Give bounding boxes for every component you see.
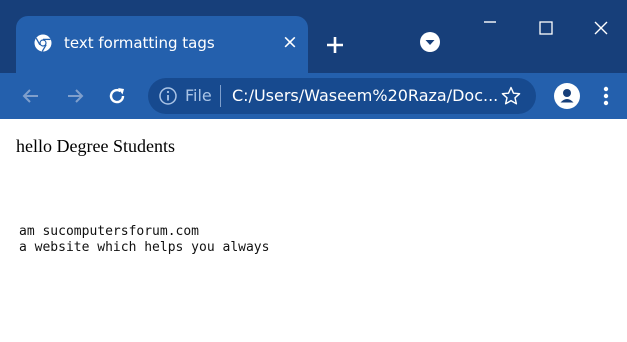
pre-line: a website which helps you always [19, 240, 270, 255]
maximize-icon[interactable] [533, 16, 559, 42]
info-icon[interactable] [157, 85, 179, 107]
close-icon[interactable] [588, 16, 614, 42]
tab-close-icon[interactable]: × [282, 33, 298, 52]
browser-toolbar: File C:/Users/Waseem%20Raza/Doc... [0, 73, 627, 119]
tab-search-dropdown-icon[interactable] [419, 31, 441, 53]
new-tab-plus-icon[interactable] [323, 33, 347, 57]
page-heading: hello Degree Students [16, 136, 175, 156]
tab-title: text formatting tags [64, 34, 215, 52]
pre-line: am sucomputersforum.com [19, 224, 200, 239]
kebab-menu-icon[interactable] [596, 84, 616, 108]
tab-active[interactable]: text formatting tags × [16, 16, 308, 73]
divider [220, 85, 221, 107]
back-arrow-icon[interactable] [19, 84, 43, 108]
preformatted-text: am sucomputersforum.com a website which … [19, 224, 269, 256]
address-bar[interactable]: File C:/Users/Waseem%20Raza/Doc... [148, 78, 536, 114]
security-label: File [185, 86, 212, 105]
page-content: hello Degree Students am sucomputersforu… [0, 119, 627, 342]
url-text[interactable]: C:/Users/Waseem%20Raza/Doc... [232, 86, 498, 106]
star-icon[interactable] [500, 85, 522, 107]
forward-arrow-icon[interactable] [63, 84, 87, 108]
avatar-icon[interactable] [553, 82, 581, 110]
browser-titlebar: text formatting tags × [0, 0, 627, 73]
reload-icon[interactable] [105, 84, 129, 108]
minimize-icon[interactable] [477, 16, 503, 42]
chrome-favicon-icon [34, 34, 52, 52]
